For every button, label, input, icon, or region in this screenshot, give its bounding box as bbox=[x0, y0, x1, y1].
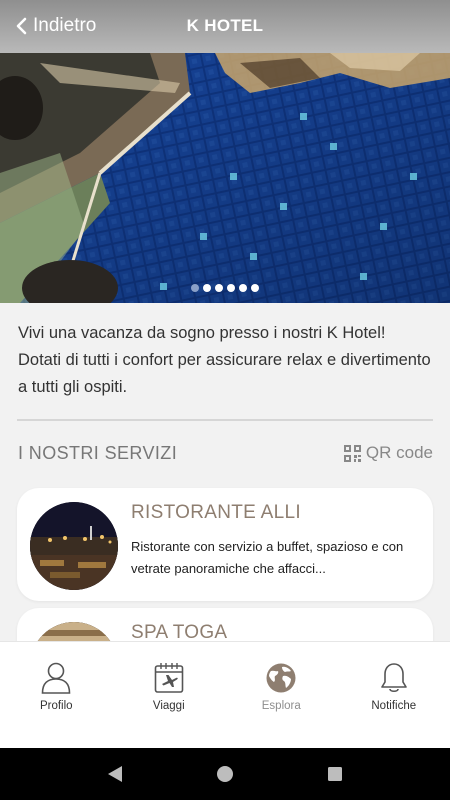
service-card-spa[interactable]: SPA TOGA bbox=[17, 608, 433, 641]
qr-code-icon bbox=[343, 444, 361, 462]
user-icon bbox=[41, 662, 71, 694]
carousel-dot[interactable] bbox=[203, 284, 211, 292]
globe-icon bbox=[266, 663, 296, 693]
tab-viaggi[interactable]: Viaggi bbox=[113, 642, 226, 748]
hotel-pool-image bbox=[0, 53, 450, 303]
carousel-dot[interactable] bbox=[215, 284, 223, 292]
carousel-dot[interactable] bbox=[191, 284, 199, 292]
carousel-indicators bbox=[0, 284, 450, 292]
system-home-button[interactable] bbox=[211, 760, 239, 788]
qr-code-label: QR code bbox=[365, 443, 433, 462]
spa-thumbnail bbox=[30, 622, 118, 641]
square-recents-icon bbox=[328, 767, 342, 781]
hero-carousel[interactable] bbox=[0, 53, 450, 303]
service-title: SPA TOGA bbox=[131, 622, 228, 641]
bottom-tab-bar: Profilo Viaggi Esplora Notifiche bbox=[0, 641, 450, 748]
service-title: RISTORANTE ALLI bbox=[131, 502, 301, 523]
triangle-back-icon bbox=[108, 766, 122, 782]
circle-home-icon bbox=[217, 766, 233, 782]
service-description: Ristorante con servizio a buffet, spazio… bbox=[131, 539, 404, 576]
carousel-dot[interactable] bbox=[227, 284, 235, 292]
system-back-button[interactable] bbox=[101, 760, 129, 788]
tab-esplora[interactable]: Esplora bbox=[225, 642, 338, 748]
main-content: Vivi una vacanza da sogno presso i nostr… bbox=[0, 303, 450, 641]
bell-icon bbox=[380, 663, 407, 693]
tab-label: Profilo bbox=[39, 700, 73, 712]
services-title: I NOSTRI SERVIZI bbox=[18, 443, 178, 463]
calendar-plane-icon bbox=[154, 663, 184, 693]
app-header: Indietro K HOTEL bbox=[0, 0, 450, 53]
services-header: I NOSTRI SERVIZI QR code bbox=[0, 421, 450, 485]
qr-code-button[interactable]: QR code bbox=[343, 443, 433, 463]
tab-label: Esplora bbox=[261, 700, 301, 712]
hotel-description: Vivi una vacanza da sogno presso i nostr… bbox=[18, 324, 431, 396]
service-card-restaurant[interactable]: RISTORANTE ALLI Ristorante con servizio … bbox=[17, 488, 433, 601]
tab-label: Notifiche bbox=[371, 700, 417, 712]
tab-notifiche[interactable]: Notifiche bbox=[338, 642, 450, 748]
carousel-dot[interactable] bbox=[239, 284, 247, 292]
carousel-dot[interactable] bbox=[251, 284, 259, 292]
system-navigation-bar bbox=[0, 748, 450, 800]
tab-label: Viaggi bbox=[152, 700, 185, 712]
tab-profilo[interactable]: Profilo bbox=[0, 642, 113, 748]
system-recents-button[interactable] bbox=[321, 760, 349, 788]
page-title: K HOTEL bbox=[186, 16, 264, 35]
restaurant-thumbnail bbox=[30, 502, 118, 590]
